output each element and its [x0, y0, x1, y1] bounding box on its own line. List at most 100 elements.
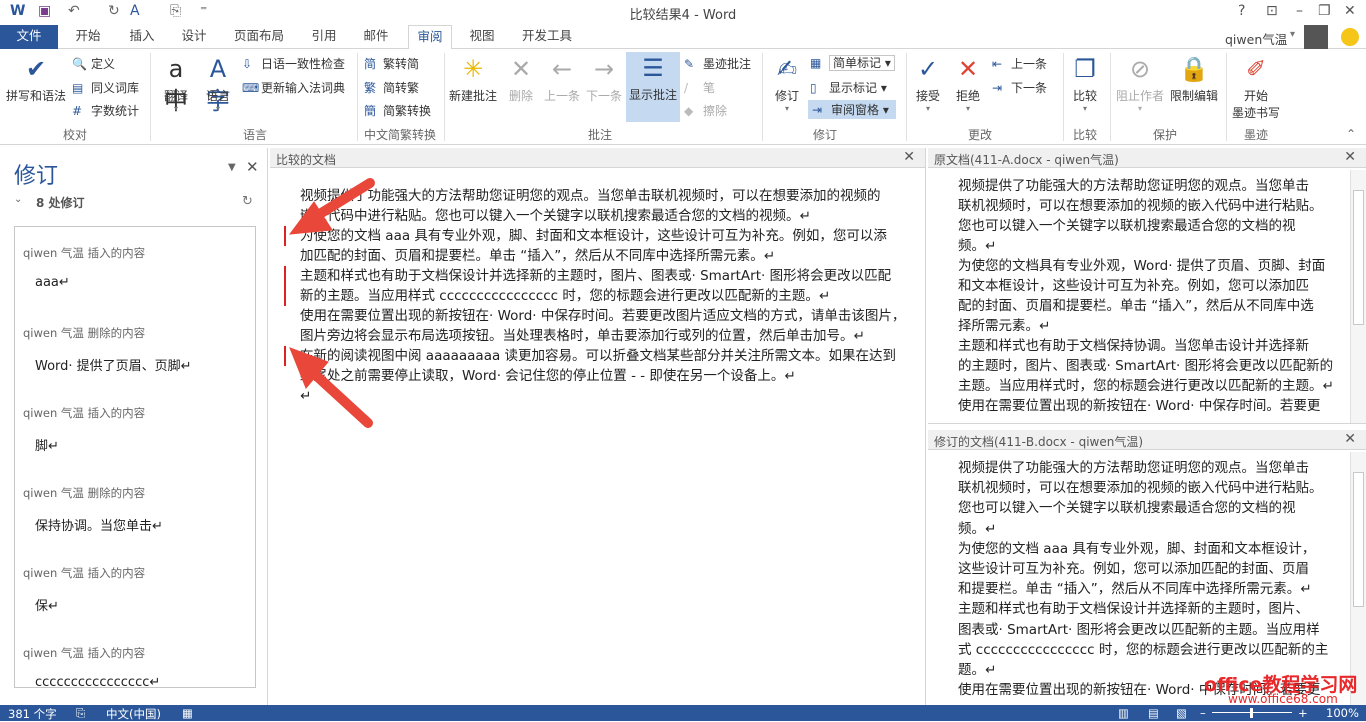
tab-file[interactable]: 文件 — [0, 25, 58, 49]
next-comment-button[interactable]: → 下一条 — [584, 53, 624, 104]
tab-insert[interactable]: 插入 — [120, 25, 164, 49]
markup-mode-select[interactable]: ▦ 简单标记 ▾ — [810, 54, 895, 71]
track-changes-icon: ✍ — [776, 55, 798, 83]
tab-home[interactable]: 开始 — [66, 25, 110, 49]
previous-comment-button[interactable]: ← 上一条 — [542, 53, 582, 104]
collapse-chevron-icon[interactable]: ⌄ — [14, 194, 22, 205]
group-proofing-label: 校对 — [62, 128, 87, 142]
pen-icon: / — [684, 81, 689, 95]
zoom-level[interactable]: 100% — [1326, 706, 1359, 720]
read-mode-icon[interactable]: ▥ — [1118, 706, 1129, 720]
group-ink-label: 墨迹 — [1243, 128, 1268, 142]
revision-item[interactable]: qiwen 气温 删除的内容 Word· 提供了页眉、页脚↵ — [15, 307, 255, 387]
restrict-editing-button[interactable]: 🔒 限制编辑 — [1168, 53, 1220, 104]
simp-to-trad-button[interactable]: 繁简转繁 — [364, 79, 419, 96]
smiley-feedback-icon[interactable] — [1341, 28, 1359, 46]
show-markup-button[interactable]: ▯ 显示标记 ▾ — [810, 79, 887, 96]
pen-button[interactable]: / 笔 — [684, 79, 715, 96]
revision-item[interactable]: qiwen 气温 插入的内容 保↵ — [15, 547, 255, 627]
zoom-slider-thumb[interactable] — [1250, 708, 1253, 718]
macro-icon[interactable]: ▦ — [182, 706, 193, 720]
update-ime-button[interactable]: ⌨ 更新输入法词典 — [242, 79, 345, 96]
tab-layout[interactable]: 页面布局 — [228, 25, 290, 49]
revised-document-header: 修订的文档(411-B.docx - qiwen气温) ✕ — [928, 430, 1366, 450]
text-line: 频。↵ — [958, 238, 997, 254]
print-layout-icon[interactable]: ▤ — [1148, 706, 1159, 720]
accept-button[interactable]: ✓ 接受 ▾ — [910, 53, 946, 113]
tab-developer[interactable]: 开发工具 — [514, 25, 580, 49]
compare-button[interactable]: ❐ 比较 ▾ — [1066, 53, 1104, 113]
ink-comment-button[interactable]: ✎ 墨迹批注 — [684, 55, 751, 72]
spelling-grammar-button[interactable]: ✔ 拼写和语法 — [4, 53, 68, 104]
refresh-icon[interactable]: ↻ — [242, 194, 253, 209]
erase-button[interactable]: ◆ 擦除 — [684, 102, 727, 119]
tab-view[interactable]: 视图 — [460, 25, 504, 49]
markup-mode-value[interactable]: 简单标记 ▾ — [829, 55, 895, 71]
avatar[interactable] — [1304, 25, 1328, 49]
divider — [357, 53, 358, 141]
close-pane-icon[interactable]: ✕ — [246, 158, 259, 176]
word-count[interactable]: 381 个字 — [8, 706, 57, 722]
trad-to-simp-button[interactable]: 简繁转简 — [364, 55, 419, 72]
show-markup-icon: ▯ — [810, 81, 817, 95]
next-change-button[interactable]: ⇥ 下一条 — [992, 79, 1047, 96]
collapse-ribbon-icon[interactable]: ⌃ — [1346, 127, 1356, 141]
thesaurus-button[interactable]: ▤ 同义词库 — [72, 79, 139, 96]
accept-icon: ✓ — [917, 55, 939, 83]
language-button[interactable]: A字 语言 ▾ — [198, 53, 238, 115]
revised-document-body[interactable]: 视频提供了功能强大的方法帮助您证明您的观点。当您单击 联机视频时，可以在想要添加的… — [958, 458, 1328, 700]
zoom-out-icon[interactable]: – — [1200, 706, 1206, 720]
revision-count: 8 处修订 — [36, 196, 85, 210]
word-count-icon: # — [72, 104, 83, 118]
revision-list[interactable]: qiwen 气温 插入的内容 aaa↵ qiwen 气温 删除的内容 Word· 提… — [14, 226, 256, 688]
start-inking-button[interactable]: ✐ 开始 墨迹书写 — [1228, 53, 1284, 121]
define-button[interactable]: 🔍 定义 — [72, 55, 115, 72]
track-changes-button[interactable]: ✍ 修订 ▾ — [768, 53, 806, 113]
convert-button[interactable]: 簡简繁转换 — [364, 102, 431, 119]
translate-button[interactable]: a中 翻译 ▾ — [156, 53, 196, 115]
show-comments-button[interactable]: ☰ 显示批注 — [626, 52, 680, 122]
tab-mailings[interactable]: 邮件 — [354, 25, 398, 49]
scroll-thumb[interactable] — [1353, 190, 1364, 325]
revision-item[interactable]: qiwen 气温 插入的内容 cccccccccccccccc↵ — [15, 627, 255, 688]
scroll-thumb[interactable] — [1353, 472, 1364, 607]
delete-comment-button[interactable]: ✕ 删除 — [504, 53, 538, 104]
japanese-consistency-button[interactable]: ⇩ 日语一致性检查 — [242, 55, 345, 72]
revision-item[interactable]: qiwen 气温 插入的内容 aaa↵ — [15, 227, 255, 307]
close-button[interactable]: ✕ — [1344, 3, 1356, 19]
proofing-icon[interactable]: ⎘ — [76, 706, 85, 721]
user-name[interactable]: qiwen气温 — [1225, 29, 1287, 48]
close-pane-icon[interactable]: ✕ — [1344, 431, 1356, 447]
revision-item[interactable]: qiwen 气温 插入的内容 脚↵ — [15, 387, 255, 467]
tab-review[interactable]: 审阅 — [408, 25, 452, 50]
label: 上一条 — [1011, 57, 1048, 71]
tab-references[interactable]: 引用 — [302, 25, 346, 49]
previous-change-button[interactable]: ⇤ 上一条 — [992, 55, 1047, 72]
help-button[interactable]: ? — [1238, 3, 1245, 19]
revision-text: cccccccccccccccc↵ — [35, 675, 161, 688]
block-authors-button[interactable]: ⊘ 阻止作者 ▾ — [1114, 53, 1166, 113]
zoom-in-icon[interactable]: + — [1298, 706, 1308, 720]
show-comments-icon: ☰ — [642, 54, 664, 82]
restore-button[interactable]: ❐ — [1318, 3, 1331, 19]
label: 修订 — [774, 89, 799, 103]
new-comment-button[interactable]: ✳ 新建批注 — [446, 53, 500, 104]
user-caret-icon[interactable]: ▾ — [1290, 29, 1295, 40]
reject-button[interactable]: ✕ 拒绝 ▾ — [950, 53, 986, 113]
original-document-body[interactable]: 视频提供了功能强大的方法帮助您证明您的观点。当您单击 联机视频时，可以在想要添加的… — [958, 176, 1334, 416]
text-line: 联机视频时，可以在想要添加的视频的嵌入代码中进行粘贴。 — [958, 480, 1323, 497]
language-status[interactable]: 中文(中国) — [106, 706, 161, 722]
vertical-scrollbar[interactable] — [1350, 452, 1366, 705]
pane-options-icon[interactable]: ▼ — [228, 162, 236, 173]
revised-document-pane: 修订的文档(411-B.docx - qiwen气温) ✕ 视频提供了功能强大的方… — [928, 430, 1366, 706]
vertical-scrollbar[interactable] — [1350, 170, 1366, 423]
tab-design[interactable]: 设计 — [172, 25, 216, 49]
word-count-button[interactable]: # 字数统计 — [72, 102, 139, 119]
revision-item[interactable]: qiwen 气温 删除的内容 保持协调。当您单击↵ — [15, 467, 255, 547]
close-pane-icon[interactable]: ✕ — [1344, 149, 1356, 165]
minimize-button[interactable]: – — [1296, 3, 1303, 19]
ribbon-display-button[interactable]: ⊡ — [1266, 3, 1278, 19]
web-layout-icon[interactable]: ▧ — [1176, 706, 1187, 720]
reviewing-pane-button[interactable]: ⇥ 审阅窗格 ▾ — [808, 100, 896, 119]
annotation-arrows — [288, 178, 375, 428]
